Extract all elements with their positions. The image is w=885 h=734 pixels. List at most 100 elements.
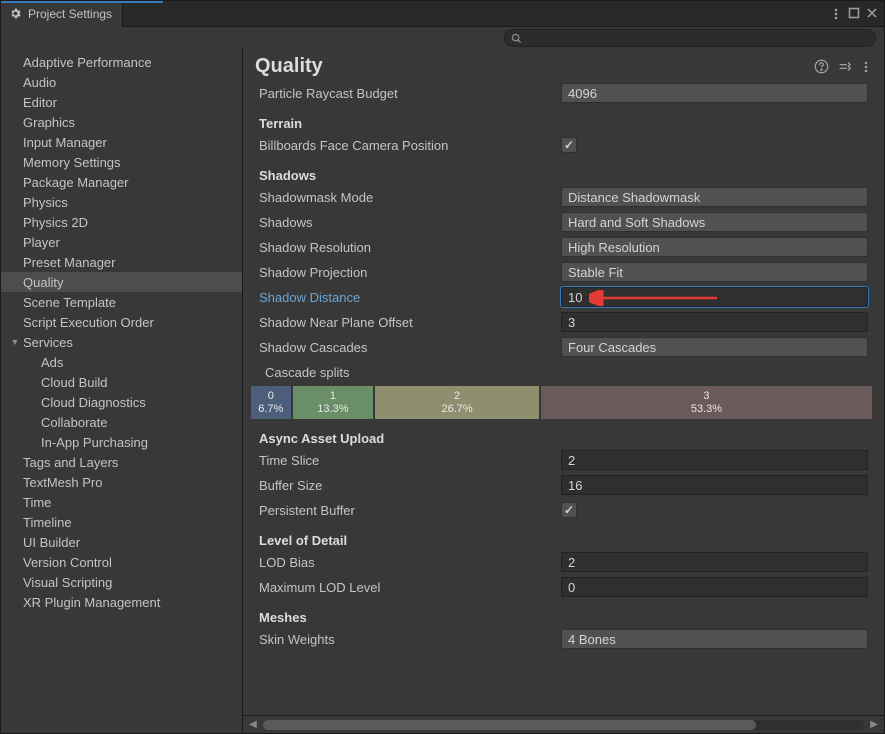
sidebar-item-scene-template[interactable]: Scene Template [1,292,242,312]
search-icon [511,33,522,44]
lod-bias-field[interactable]: 2 [561,552,868,572]
preset-icon[interactable] [837,59,852,74]
billboards-face-label: Billboards Face Camera Position [255,138,561,153]
shadowmask-mode-field[interactable]: Distance Shadowmask [561,187,868,207]
shadow-resolution-field[interactable]: High Resolution [561,237,868,257]
shadows-label: Shadows [255,215,561,230]
sidebar-item-memory-settings[interactable]: Memory Settings [1,152,242,172]
gear-icon [9,7,22,20]
sidebar-item-timeline[interactable]: Timeline [1,512,242,532]
buffer-size-label: Buffer Size [255,478,561,493]
max-lod-level-field[interactable]: 0 [561,577,868,597]
help-icon[interactable] [814,59,829,74]
kebab-icon[interactable] [830,7,842,21]
sidebar-item-label: TextMesh Pro [23,475,102,490]
sidebar-item-audio[interactable]: Audio [1,72,242,92]
sidebar-item-time[interactable]: Time [1,492,242,512]
sidebar-item-label: Adaptive Performance [23,55,152,70]
sidebar-item-preset-manager[interactable]: Preset Manager [1,252,242,272]
sidebar-item-label: Editor [23,95,57,110]
scroll-left-icon[interactable]: ◀ [247,719,259,730]
terrain-header: Terrain [255,116,868,131]
shadow-near-plane-field[interactable]: 3 [561,312,868,332]
sidebar-item-services[interactable]: ▼Services [1,332,242,352]
shadows-field[interactable]: Hard and Soft Shadows [561,212,868,232]
sidebar-item-label: Memory Settings [23,155,121,170]
sidebar-item-label: Collaborate [41,415,108,430]
sidebar-item-label: Input Manager [23,135,107,150]
sidebar-item-label: Physics [23,195,68,210]
sidebar-item-package-manager[interactable]: Package Manager [1,172,242,192]
more-icon[interactable] [860,60,872,74]
buffer-size-field[interactable]: 16 [561,475,868,495]
billboards-face-checkbox[interactable] [561,137,577,153]
cascade-segment-0[interactable]: 06.7% [251,386,293,419]
sidebar-item-physics[interactable]: Physics [1,192,242,212]
sidebar-item-textmesh-pro[interactable]: TextMesh Pro [1,472,242,492]
content-panel: Quality Particle Raycast Budget 4096 Ter… [243,49,884,733]
sidebar-item-label: Ads [41,355,63,370]
shadowmask-mode-label: Shadowmask Mode [255,190,561,205]
particle-raycast-budget-field[interactable]: 4096 [561,83,868,103]
cascade-splits-bar[interactable]: 06.7%113.3%226.7%353.3% [251,386,872,419]
sidebar-item-editor[interactable]: Editor [1,92,242,112]
sidebar-item-in-app-purchasing[interactable]: In-App Purchasing [1,432,242,452]
cascade-segment-1[interactable]: 113.3% [293,386,376,419]
persistent-buffer-label: Persistent Buffer [255,503,561,518]
page-title: Quality [255,55,814,78]
sidebar-item-label: Tags and Layers [23,455,118,470]
cascade-segment-3[interactable]: 353.3% [541,386,872,419]
window-tab[interactable]: Project Settings [1,1,123,27]
close-icon[interactable] [866,7,878,19]
sidebar-item-label: Audio [23,75,56,90]
sidebar-item-script-execution-order[interactable]: Script Execution Order [1,312,242,332]
time-slice-field[interactable]: 2 [561,450,868,470]
cascade-splits-label: Cascade splits [255,365,561,380]
sidebar-item-collaborate[interactable]: Collaborate [1,412,242,432]
shadow-projection-field[interactable]: Stable Fit [561,262,868,282]
sidebar-item-adaptive-performance[interactable]: Adaptive Performance [1,52,242,72]
horizontal-scrollbar[interactable]: ◀ ▶ [243,715,884,733]
shadow-cascades-label: Shadow Cascades [255,340,561,355]
sidebar-item-cloud-diagnostics[interactable]: Cloud Diagnostics [1,392,242,412]
sidebar-item-tags-and-layers[interactable]: Tags and Layers [1,452,242,472]
sidebar-item-ui-builder[interactable]: UI Builder [1,532,242,552]
sidebar-item-quality[interactable]: Quality [1,272,242,292]
properties-scroll[interactable]: Particle Raycast Budget 4096 Terrain Bil… [243,78,884,715]
sidebar-item-physics-2d[interactable]: Physics 2D [1,212,242,232]
sidebar-item-visual-scripting[interactable]: Visual Scripting [1,572,242,592]
sidebar-item-label: Version Control [23,555,112,570]
search-row [1,27,884,49]
sidebar-item-label: Visual Scripting [23,575,112,590]
shadows-header: Shadows [255,168,868,183]
shadow-resolution-label: Shadow Resolution [255,240,561,255]
cascade-segment-2[interactable]: 226.7% [375,386,541,419]
shadow-distance-field[interactable] [561,287,868,307]
sidebar-item-version-control[interactable]: Version Control [1,552,242,572]
sidebar-item-player[interactable]: Player [1,232,242,252]
particle-raycast-budget-label: Particle Raycast Budget [255,86,561,101]
search-input[interactable] [504,29,876,47]
scroll-right-icon[interactable]: ▶ [868,719,880,730]
shadow-distance-label: Shadow Distance [255,290,561,305]
skin-weights-field[interactable]: 4 Bones [561,629,868,649]
sidebar-item-xr-plugin-management[interactable]: XR Plugin Management [1,592,242,612]
sidebar-item-input-manager[interactable]: Input Manager [1,132,242,152]
sidebar-item-label: UI Builder [23,535,80,550]
sidebar-item-label: XR Plugin Management [23,595,160,610]
project-settings-window: Project Settings Adaptive Performance Aud… [0,0,885,734]
sidebar-item-ads[interactable]: Ads [1,352,242,372]
sidebar-item-label: Cloud Diagnostics [41,395,146,410]
skin-weights-label: Skin Weights [255,632,561,647]
sidebar-item-label: Quality [23,275,63,290]
sidebar-item-cloud-build[interactable]: Cloud Build [1,372,242,392]
sidebar-item-label: Script Execution Order [23,315,154,330]
maximize-icon[interactable] [848,7,860,19]
persistent-buffer-checkbox[interactable] [561,502,577,518]
sidebar-item-label: Player [23,235,60,250]
sidebar-item-graphics[interactable]: Graphics [1,112,242,132]
header-icons [814,59,872,74]
titlebar: Project Settings [1,1,884,27]
shadow-cascades-field[interactable]: Four Cascades [561,337,868,357]
sidebar-item-label: Graphics [23,115,75,130]
